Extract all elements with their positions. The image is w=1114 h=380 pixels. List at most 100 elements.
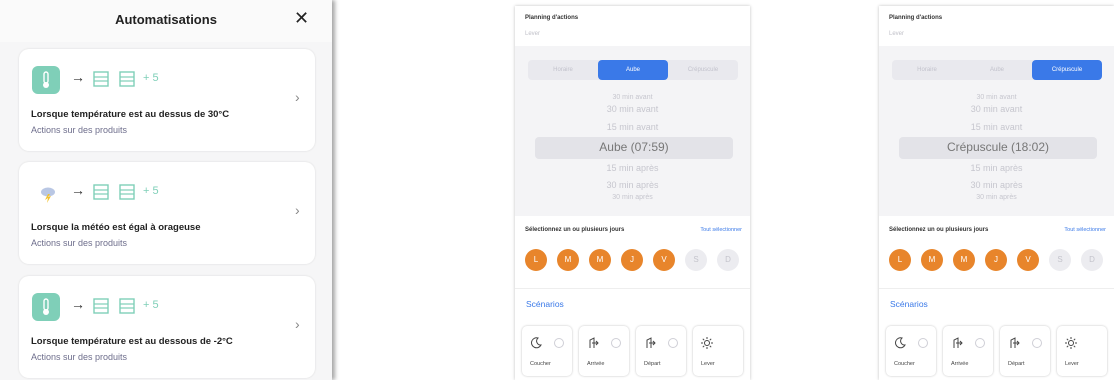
select-all-link[interactable]: Tout sélectionner xyxy=(700,227,742,233)
planning-label: Planning d'actions xyxy=(525,15,579,21)
segment-aube[interactable]: Aube xyxy=(598,60,668,80)
picker-option: 30 min après xyxy=(606,180,659,190)
window-device-icon xyxy=(93,298,109,319)
day-saturday[interactable]: S xyxy=(685,249,707,271)
scenario-label: Départ xyxy=(644,361,661,367)
picker-option: 15 min avant xyxy=(606,122,659,132)
days-section: Sélectionnez un ou plusieurs jours Tout … xyxy=(515,216,750,288)
day-sunday[interactable]: D xyxy=(717,249,739,271)
thermometer-icon xyxy=(32,66,60,94)
card-subtitle: Actions sur des produits xyxy=(31,352,128,362)
day-tuesday[interactable]: M xyxy=(921,249,943,271)
card-title: Lorsque température est au dessus de 30°… xyxy=(31,109,230,120)
schedule-screen-dawn: Planning d'actions Lever Horaire Aube Cr… xyxy=(515,6,750,380)
picker-option: 30 min après xyxy=(976,194,1017,201)
scenarios-title: Scénarios xyxy=(890,299,928,309)
window-device-icon xyxy=(93,71,109,92)
picker-selected-value: Crépuscule (18:02) xyxy=(946,140,1050,154)
days-label: Sélectionnez un ou plusieurs jours xyxy=(525,227,625,233)
scenario-label: Coucher xyxy=(894,361,915,367)
segment-crepuscule[interactable]: Crépuscule xyxy=(668,60,738,80)
window-device-icon xyxy=(119,298,135,319)
day-sunday[interactable]: D xyxy=(1081,249,1103,271)
day-friday[interactable]: V xyxy=(653,249,675,271)
days-label: Sélectionnez un ou plusieurs jours xyxy=(889,227,989,233)
arrival-icon xyxy=(587,336,599,354)
automation-card[interactable]: → + 5 › Lorsque température est au desso… xyxy=(19,276,315,378)
scenario-depart[interactable]: Départ xyxy=(1000,326,1050,376)
automations-panel: Automatisations ✕ → + 5 › Lorsque tempér… xyxy=(0,0,332,380)
scenario-coucher[interactable]: Coucher xyxy=(886,326,936,376)
window-device-icon xyxy=(119,184,135,205)
picker-option: 15 min après xyxy=(970,163,1023,173)
day-monday[interactable]: L xyxy=(889,249,911,271)
planning-value[interactable]: Lever xyxy=(889,31,904,37)
arrow-right-icon: → xyxy=(71,69,85,85)
days-section: Sélectionnez un ou plusieurs jours Tout … xyxy=(879,216,1114,288)
segment-crepuscule[interactable]: Crépuscule xyxy=(1032,60,1102,80)
segment-aube[interactable]: Aube xyxy=(962,60,1032,80)
radio-button[interactable] xyxy=(1032,338,1042,348)
scenario-arrivee[interactable]: Arrivée xyxy=(579,326,629,376)
radio-button[interactable] xyxy=(611,338,621,348)
radio-button[interactable] xyxy=(918,338,928,348)
scenario-label: Arrivée xyxy=(951,361,969,367)
automation-card[interactable]: → + 5 › Lorsque température est au dessu… xyxy=(19,49,315,151)
scenario-arrivee[interactable]: Arrivée xyxy=(943,326,993,376)
scenario-coucher[interactable]: Coucher xyxy=(522,326,572,376)
scenario-lever[interactable]: Lever xyxy=(693,326,743,376)
chevron-right-icon[interactable]: › xyxy=(295,316,300,332)
storm-weather-icon xyxy=(34,180,62,208)
card-title: Lorsque la météo est égal à orageuse xyxy=(31,222,201,233)
radio-button[interactable] xyxy=(554,338,564,348)
planning-value[interactable]: Lever xyxy=(525,31,540,37)
radio-button[interactable] xyxy=(668,338,678,348)
day-friday[interactable]: V xyxy=(1017,249,1039,271)
day-tuesday[interactable]: M xyxy=(557,249,579,271)
picker-option: 30 min avant xyxy=(970,104,1023,114)
planning-header: Planning d'actions Lever xyxy=(879,6,1114,46)
day-monday[interactable]: L xyxy=(525,249,547,271)
time-mode-segmented-control: Horaire Aube Crépuscule xyxy=(528,60,738,80)
moon-icon xyxy=(894,336,906,354)
departure-icon xyxy=(644,336,656,354)
picker-option: 30 min après xyxy=(612,194,653,201)
panel-title: Automatisations xyxy=(115,12,217,27)
scenario-label: Arrivée xyxy=(587,361,605,367)
more-count: + 5 xyxy=(143,185,159,197)
day-wednesday[interactable]: M xyxy=(589,249,611,271)
time-mode-segmented-control: Horaire Aube Crépuscule xyxy=(892,60,1102,80)
arrival-icon xyxy=(951,336,963,354)
more-count: + 5 xyxy=(143,299,159,311)
scenario-label: Lever xyxy=(1065,361,1079,367)
day-thursday[interactable]: J xyxy=(985,249,1007,271)
scenario-lever[interactable]: Lever xyxy=(1057,326,1107,376)
chevron-right-icon[interactable]: › xyxy=(295,89,300,105)
segment-horaire[interactable]: Horaire xyxy=(528,60,598,80)
select-all-link[interactable]: Tout sélectionner xyxy=(1064,227,1106,233)
sun-icon xyxy=(1065,336,1077,354)
planning-header: Planning d'actions Lever xyxy=(515,6,750,46)
more-count: + 5 xyxy=(143,72,159,84)
segment-horaire[interactable]: Horaire xyxy=(892,60,962,80)
picker-option: 30 min après xyxy=(970,180,1023,190)
planning-label: Planning d'actions xyxy=(889,15,943,21)
window-device-icon xyxy=(119,71,135,92)
day-thursday[interactable]: J xyxy=(621,249,643,271)
radio-button[interactable] xyxy=(975,338,985,348)
scenarios-section: Scénarios Coucher Arrivée Départ Lever xyxy=(879,288,1114,380)
card-subtitle: Actions sur des produits xyxy=(31,125,128,135)
thermometer-icon xyxy=(32,293,60,321)
picker-option: 15 min avant xyxy=(970,122,1023,132)
day-saturday[interactable]: S xyxy=(1049,249,1071,271)
arrow-right-icon: → xyxy=(71,182,85,198)
chevron-right-icon[interactable]: › xyxy=(295,202,300,218)
automation-card[interactable]: → + 5 › Lorsque la météo est égal à orag… xyxy=(19,162,315,264)
schedule-screen-dusk: Planning d'actions Lever Horaire Aube Cr… xyxy=(879,6,1114,380)
departure-icon xyxy=(1008,336,1020,354)
day-wednesday[interactable]: M xyxy=(953,249,975,271)
window-device-icon xyxy=(93,184,109,205)
close-icon[interactable]: ✕ xyxy=(294,8,309,29)
scenario-depart[interactable]: Départ xyxy=(636,326,686,376)
picker-option: 15 min après xyxy=(606,163,659,173)
